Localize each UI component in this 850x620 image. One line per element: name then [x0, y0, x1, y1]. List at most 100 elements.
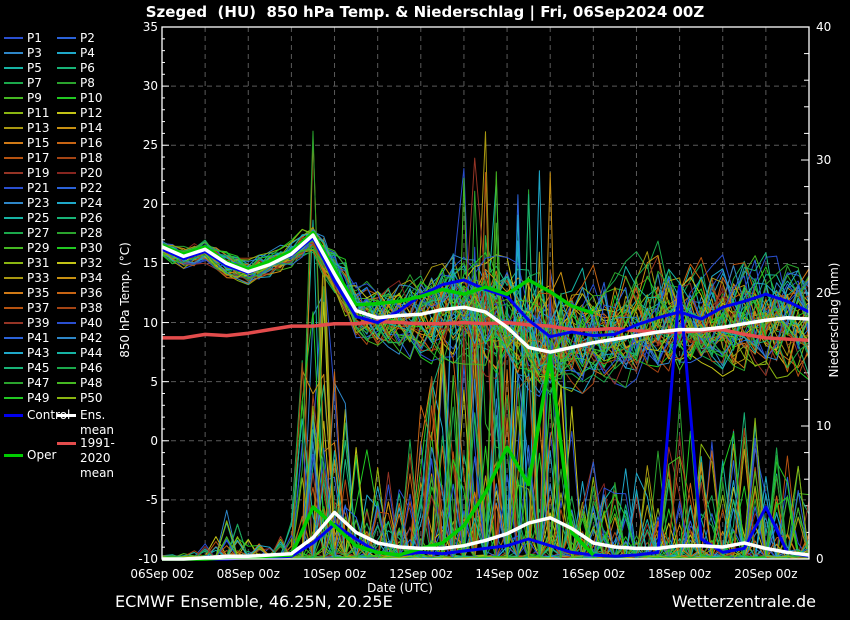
legend-swatch — [4, 127, 23, 129]
legend-swatch — [57, 112, 76, 114]
legend-swatch — [57, 187, 76, 189]
legend-swatch — [4, 367, 23, 369]
legend-swatch — [4, 37, 23, 39]
legend-swatch — [4, 157, 23, 159]
legend-label: P2 — [80, 31, 95, 46]
legend-swatch — [57, 217, 76, 219]
legend-swatch — [4, 172, 23, 174]
tick-label-precip: 40 — [816, 20, 850, 34]
legend-swatch — [57, 307, 76, 309]
legend-label: P6 — [80, 61, 95, 76]
meteogram-page: Szeged (HU) 850 hPa Temp. & Niederschlag… — [0, 0, 850, 620]
legend-swatch — [57, 97, 76, 99]
legend-label: Ens. mean — [80, 408, 114, 438]
legend-label: P1 — [27, 31, 42, 46]
legend-swatch — [4, 337, 23, 339]
legend-label: P16 — [80, 136, 103, 151]
legend-swatch — [4, 382, 23, 384]
legend-swatch — [4, 277, 23, 279]
legend-swatch — [57, 337, 76, 339]
legend-label: 1991-2020 mean — [80, 436, 115, 481]
legend-swatch — [4, 454, 23, 457]
tick-label-date: 06Sep 00z — [122, 567, 202, 581]
legend-swatch — [4, 292, 23, 294]
legend-label: P20 — [80, 166, 103, 181]
legend-swatch — [4, 262, 23, 264]
tick-label-date: 08Sep 00z — [208, 567, 288, 581]
legend-label: P29 — [27, 241, 50, 256]
legend-label: P35 — [27, 286, 50, 301]
legend-label: P25 — [27, 211, 50, 226]
legend-swatch — [57, 247, 76, 249]
legend-label: P39 — [27, 316, 50, 331]
legend-label: P42 — [80, 331, 103, 346]
legend-swatch — [57, 442, 76, 445]
tick-label-date: 16Sep 00z — [553, 567, 633, 581]
tick-label-precip: 10 — [816, 419, 850, 433]
legend-swatch — [57, 367, 76, 369]
legend-swatch — [4, 307, 23, 309]
legend-label: P41 — [27, 331, 50, 346]
legend-swatch — [57, 37, 76, 39]
legend-label: P23 — [27, 196, 50, 211]
legend-swatch — [57, 262, 76, 264]
legend-label: P47 — [27, 376, 50, 391]
legend-swatch — [4, 217, 23, 219]
legend-label: P38 — [80, 301, 103, 316]
ensemble-legend: P1P2P3P4P5P6P7P8P9P10P11P12P13P14P15P16P… — [0, 0, 132, 480]
tick-label-temp: -5 — [118, 493, 158, 507]
axis-title-precip: Niederschlag (mm) — [827, 220, 843, 420]
legend-label: P4 — [80, 46, 95, 61]
axis-title-temp: 850 hPa Temp. (°C) — [118, 200, 134, 400]
legend-swatch — [57, 352, 76, 354]
legend-swatch — [4, 414, 23, 417]
legend-label: P14 — [80, 121, 103, 136]
legend-swatch — [4, 187, 23, 189]
legend-label: P21 — [27, 181, 50, 196]
legend-swatch — [57, 232, 76, 234]
legend-label: P30 — [80, 241, 103, 256]
legend-label: P50 — [80, 391, 103, 406]
legend-label: P24 — [80, 196, 103, 211]
legend-swatch — [57, 172, 76, 174]
legend-label: P49 — [27, 391, 50, 406]
legend-label: P32 — [80, 256, 103, 271]
legend-label: P15 — [27, 136, 50, 151]
tick-label-date: 18Sep 00z — [640, 567, 720, 581]
tick-label-precip: 30 — [816, 153, 850, 167]
legend-label: P10 — [80, 91, 103, 106]
legend-swatch — [57, 127, 76, 129]
legend-label: P27 — [27, 226, 50, 241]
legend-label: P3 — [27, 46, 42, 61]
legend-swatch — [4, 322, 23, 324]
legend-swatch — [4, 397, 23, 399]
legend-swatch — [57, 322, 76, 324]
legend-swatch — [4, 112, 23, 114]
ensemble-lines — [162, 131, 809, 559]
legend-swatch — [57, 277, 76, 279]
legend-label: P46 — [80, 361, 103, 376]
legend-label: P33 — [27, 271, 50, 286]
legend-label: P5 — [27, 61, 42, 76]
legend-swatch — [4, 142, 23, 144]
legend-label: P8 — [80, 76, 95, 91]
legend-label: P48 — [80, 376, 103, 391]
legend-swatch — [57, 157, 76, 159]
legend-swatch — [57, 52, 76, 54]
footer-model-info: ECMWF Ensemble, 46.25N, 20.25E — [115, 592, 393, 611]
legend-label: P11 — [27, 106, 50, 121]
legend-swatch — [57, 414, 76, 417]
legend-label: P17 — [27, 151, 50, 166]
tick-label-date: 14Sep 00z — [467, 567, 547, 581]
legend-label: P12 — [80, 106, 103, 121]
legend-label: P9 — [27, 91, 42, 106]
legend-label: P45 — [27, 361, 50, 376]
tick-label-date: 20Sep 00z — [726, 567, 806, 581]
legend-swatch — [4, 352, 23, 354]
legend-swatch — [57, 142, 76, 144]
legend-label: P22 — [80, 181, 103, 196]
legend-swatch — [57, 202, 76, 204]
legend-label: P13 — [27, 121, 50, 136]
legend-label: P31 — [27, 256, 50, 271]
legend-swatch — [57, 67, 76, 69]
